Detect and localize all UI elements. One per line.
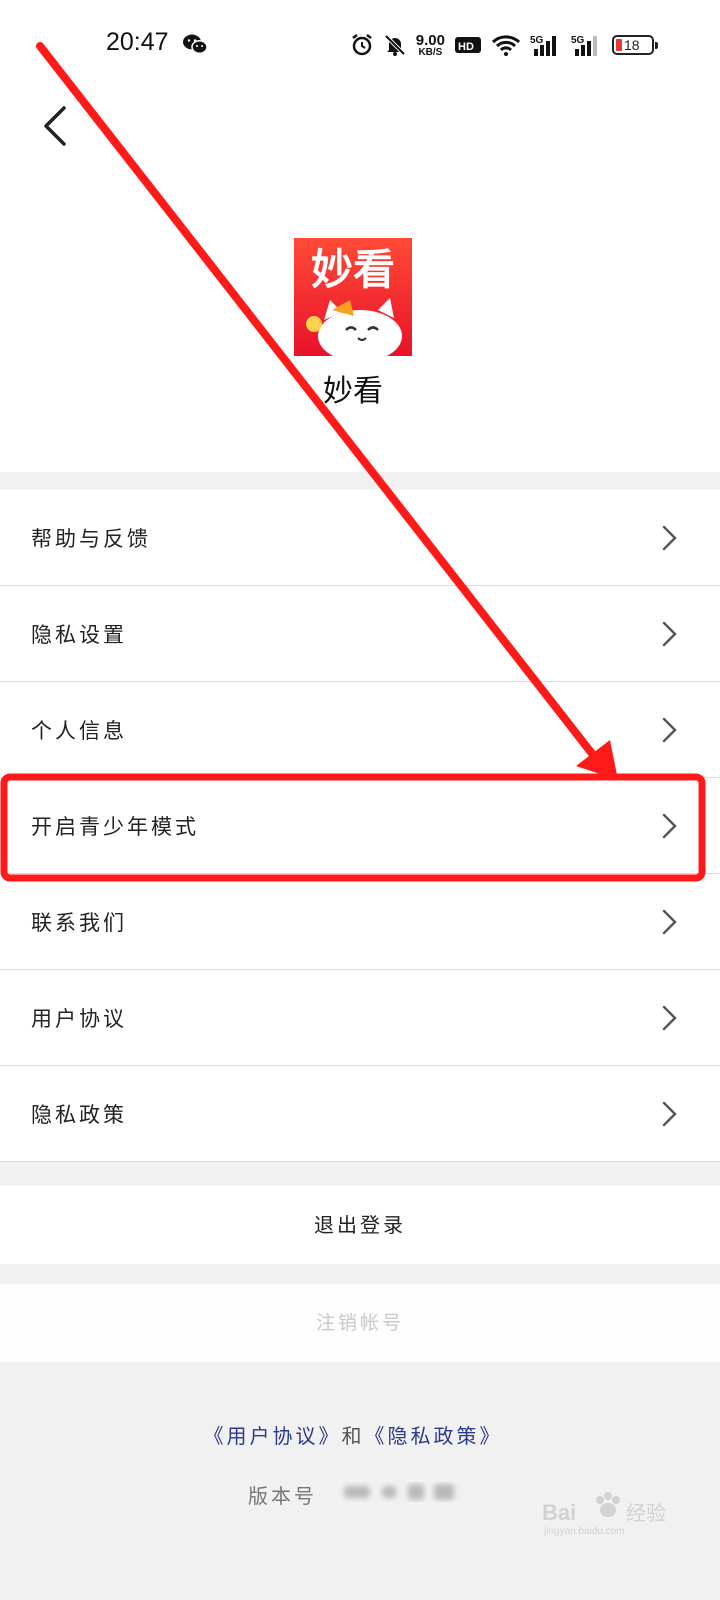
chevron-right-icon	[662, 525, 677, 551]
menu-item-teen-mode[interactable]: 开启青少年模式	[0, 778, 720, 874]
app-name: 妙看	[323, 374, 383, 409]
menu-item-label: 用户协议	[31, 1007, 127, 1031]
footer-links: 《用户协议》和《隐私政策》	[0, 1420, 706, 1449]
menu-item-label: 隐私政策	[31, 1103, 127, 1127]
app-header: 妙看 妙看	[0, 90, 720, 472]
svg-text:HD: HD	[458, 41, 474, 53]
menu-item-label: 帮助与反馈	[31, 527, 151, 551]
menu-item-personal-info[interactable]: 个人信息	[0, 682, 720, 778]
version-number-blurred	[344, 1484, 454, 1500]
mute-bell-icon	[384, 34, 406, 56]
menu-item-help-feedback[interactable]: 帮助与反馈	[0, 490, 720, 586]
svg-text:5G: 5G	[530, 35, 544, 46]
menu-item-label: 隐私设置	[31, 623, 127, 647]
battery-icon: 18	[612, 35, 658, 55]
chevron-right-icon	[662, 717, 677, 743]
battery-level: 18	[624, 37, 640, 53]
privacy-policy-link[interactable]: 《隐私政策》	[365, 1424, 503, 1448]
version-label: 版本号	[248, 1484, 317, 1508]
status-bar: 20:47 9.00 KB/S HD 5G 5G 18	[0, 0, 720, 90]
battery-fill	[616, 39, 622, 51]
back-button[interactable]	[28, 98, 84, 154]
menu-item-user-agreement[interactable]: 用户协议	[0, 970, 720, 1066]
signal-5g-icon: 5G	[530, 35, 556, 56]
menu-item-label: 联系我们	[31, 911, 127, 935]
settings-menu: 帮助与反馈 隐私设置 个人信息 开启青少年模式 联系我们 用户协议 隐私政策	[0, 490, 720, 1162]
svg-text:经验: 经验	[626, 1501, 666, 1525]
status-time: 20:47	[106, 28, 169, 56]
app-logo-text: 妙看	[311, 245, 395, 294]
menu-item-privacy-policy[interactable]: 隐私政策	[0, 1066, 720, 1162]
svg-text:Bai: Bai	[542, 1500, 576, 1525]
chevron-right-icon	[662, 1101, 677, 1127]
network-speed-value: 9.00	[415, 31, 445, 49]
menu-item-label: 个人信息	[31, 719, 127, 743]
menu-item-label: 开启青少年模式	[31, 815, 199, 839]
hd-icon: HD	[455, 37, 481, 53]
cancel-account-button[interactable]: 注销帐号	[0, 1284, 720, 1362]
wechat-icon	[183, 34, 208, 55]
alarm-icon	[352, 34, 372, 56]
network-speed-unit: KB/S	[418, 46, 443, 58]
baidu-jingyan-watermark: Bai 经验 jingyan.baidu.com	[542, 1492, 666, 1537]
chevron-right-icon	[662, 1005, 677, 1031]
wifi-icon	[491, 35, 521, 56]
svg-text:5G: 5G	[571, 35, 585, 46]
status-icons: 9.00 KB/S HD 5G 5G 18	[350, 28, 658, 62]
chevron-right-icon	[662, 813, 677, 839]
app-logo: 妙看	[294, 238, 412, 356]
logout-button[interactable]: 退出登录	[0, 1186, 720, 1264]
svg-text:jingyan.baidu.com: jingyan.baidu.com	[543, 1526, 625, 1537]
and-text: 和	[341, 1424, 365, 1448]
network-speed: 9.00 KB/S	[416, 33, 445, 58]
chevron-right-icon	[662, 621, 677, 647]
signal-5g-icon-2: 5G	[571, 35, 597, 56]
battery-tip	[655, 42, 658, 49]
menu-item-privacy-settings[interactable]: 隐私设置	[0, 586, 720, 682]
menu-item-contact-us[interactable]: 联系我们	[0, 874, 720, 970]
chevron-right-icon	[662, 909, 677, 935]
user-agreement-link[interactable]: 《用户协议》	[204, 1424, 342, 1448]
